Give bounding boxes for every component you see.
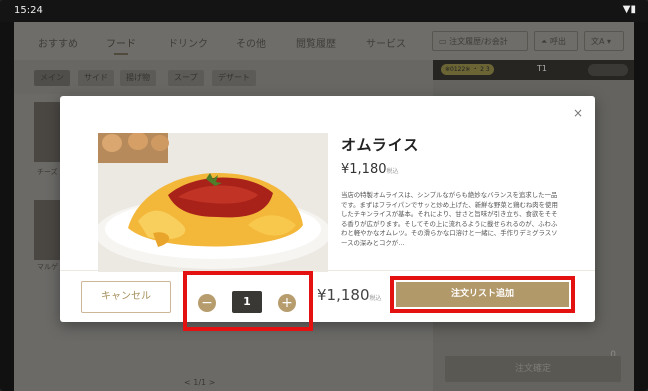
item-description: 当店の特製オムライスは、シンプルながらも絶妙なバランスを追求した一品です。まずは… (341, 191, 558, 247)
receipt-icon: ▭ (439, 37, 450, 46)
panel-toggle[interactable] (588, 64, 628, 76)
chevron-down-icon: ▾ (604, 37, 612, 46)
quantity-stepper-highlight: − 1 + (183, 271, 313, 331)
chip-soup[interactable]: スープ (168, 70, 204, 86)
status-bar: 15:24 ▼▮ (0, 0, 648, 22)
confirm-order-button[interactable]: 注文確定 (445, 356, 621, 382)
chip-main[interactable]: メイン (34, 70, 70, 86)
menu-thumb-label: チーズ (37, 168, 58, 176)
table-number: T1 (537, 64, 547, 73)
order-panel-header: ※0122※ ・ 2 3 T1 (433, 60, 634, 80)
bell-icon: ⏶ (541, 37, 550, 46)
tab-other[interactable]: その他 (236, 35, 266, 50)
minus-icon[interactable]: − (198, 294, 216, 312)
modal-footer: キャンセル − 1 + ¥1,180税込 注文リスト追加 (60, 270, 595, 331)
item-detail-modal: × オムライス ¥1,180税込 当店の特製オムライスは、シンプルながらも絶妙な… (60, 96, 595, 331)
call-staff-button[interactable]: ⏶ 呼出 (534, 31, 578, 51)
order-history-button[interactable]: ▭ 注文履歴/お会計 (432, 31, 528, 51)
chip-fried[interactable]: 揚げ物 (120, 70, 156, 86)
language-button[interactable]: 文A ▾ (584, 31, 624, 51)
cancel-button[interactable]: キャンセル (81, 281, 171, 313)
omurice-photo (98, 133, 328, 272)
tab-food[interactable]: フード (106, 35, 136, 55)
plus-icon[interactable]: + (278, 294, 296, 312)
pager[interactable]: < 1/1 > (184, 378, 215, 387)
tab-drink[interactable]: ドリンク (168, 35, 208, 50)
close-icon[interactable]: × (573, 106, 583, 120)
clock: 15:24 (14, 5, 43, 16)
tab-recommended[interactable]: おすすめ (38, 35, 78, 50)
tab-history[interactable]: 閲覧履歴 (296, 35, 336, 50)
quantity-value: 1 (232, 291, 262, 313)
chip-side[interactable]: サイド (78, 70, 114, 86)
top-nav: おすすめ フード ドリンク その他 閲覧履歴 サービス ▭ 注文履歴/お会計 ⏶… (14, 22, 634, 61)
omurice-illustration (98, 133, 328, 272)
total-price: ¥1,180税込 (317, 286, 382, 304)
item-price: ¥1,180税込 (341, 162, 399, 177)
tax-label: 税込 (369, 295, 382, 302)
wifi-battery-icon: ▼▮ (622, 4, 636, 15)
item-title: オムライス (341, 136, 420, 154)
tab-service[interactable]: サービス (366, 35, 406, 50)
chip-dessert[interactable]: デザート (212, 70, 256, 86)
add-button-highlight: 注文リスト追加 (390, 276, 575, 313)
tablet-screen: 15:24 ▼▮ おすすめ フード ドリンク その他 閲覧履歴 サービス ▭ 注… (0, 0, 648, 391)
add-to-order-list-button[interactable]: 注文リスト追加 (396, 282, 569, 307)
guest-badge: ※0122※ ・ 2 3 (441, 64, 494, 75)
menu-thumb-label: マルゲ (37, 263, 58, 271)
category-subnav: メイン サイド 揚げ物 スープ デザート (14, 60, 433, 94)
tax-label: 税込 (386, 168, 399, 175)
